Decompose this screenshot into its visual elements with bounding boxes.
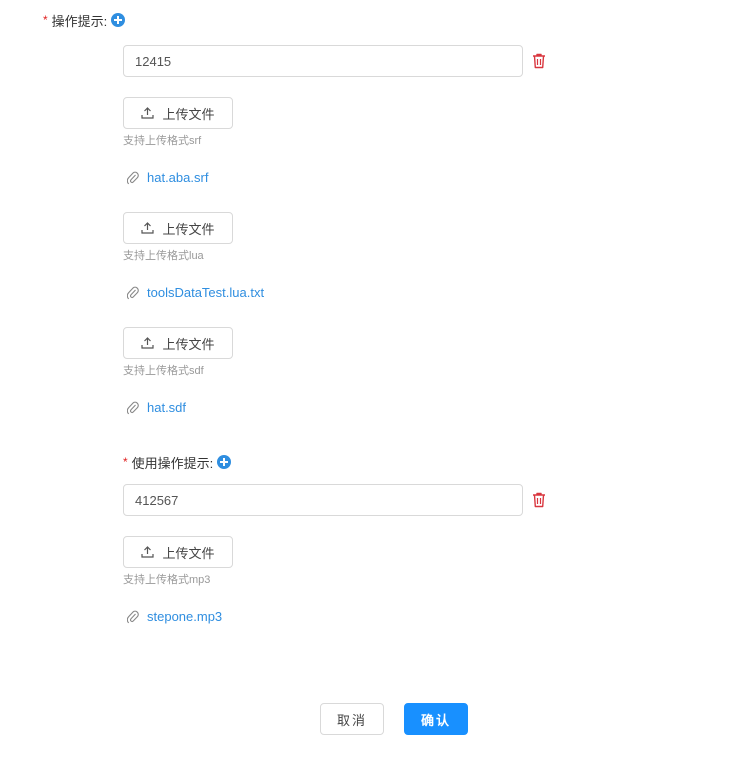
upload-icon (141, 546, 155, 558)
usage-operation-hint-label: * 使用操作提示: (123, 453, 232, 471)
upload-format-hint: 支持上传格式mp3 (123, 574, 211, 586)
paperclip-icon (127, 610, 139, 623)
confirm-button[interactable]: 确认 (404, 703, 468, 735)
upload-button-label: 上传文件 (162, 106, 215, 122)
cancel-button[interactable]: 取消 (320, 703, 384, 735)
uploaded-file-link[interactable]: hat.sdf (127, 400, 186, 415)
upload-icon (141, 107, 155, 119)
upload-format-hint: 支持上传格式sdf (123, 365, 204, 377)
usage-operation-hint-label-text: 使用操作提示: (131, 455, 214, 471)
operation-hint-input[interactable] (123, 45, 523, 77)
upload-icon (141, 222, 155, 234)
uploaded-file-link[interactable]: hat.aba.srf (127, 170, 208, 185)
plus-circle-icon[interactable] (111, 13, 126, 27)
upload-button[interactable]: 上传文件 (123, 536, 233, 568)
usage-operation-hint-input[interactable] (123, 484, 523, 516)
upload-button[interactable]: 上传文件 (123, 97, 233, 129)
file-name: hat.sdf (147, 400, 187, 415)
paperclip-icon (127, 286, 139, 299)
required-mark: * (43, 13, 48, 27)
required-mark: * (123, 455, 128, 469)
upload-button[interactable]: 上传文件 (123, 327, 233, 359)
trash-icon[interactable] (532, 53, 546, 69)
file-name: hat.aba.srf (147, 170, 209, 185)
trash-icon[interactable] (532, 492, 546, 508)
upload-icon (141, 337, 155, 349)
plus-circle-icon[interactable] (217, 455, 232, 469)
operation-hint-label: * 操作提示: (43, 11, 126, 29)
file-name: toolsDataTest.lua.txt (147, 285, 265, 300)
upload-button[interactable]: 上传文件 (123, 212, 233, 244)
uploaded-file-link[interactable]: toolsDataTest.lua.txt (127, 285, 264, 300)
upload-button-label: 上传文件 (162, 336, 215, 352)
upload-format-hint: 支持上传格式lua (123, 250, 204, 262)
file-name: stepone.mp3 (147, 609, 223, 624)
paperclip-icon (127, 401, 139, 414)
form-page: * 操作提示: 上传文件 支持上传格式srf hat.aba.srf 上传文件 … (0, 0, 747, 765)
operation-hint-label-text: 操作提示: (51, 13, 108, 29)
uploaded-file-link[interactable]: stepone.mp3 (127, 609, 222, 624)
upload-button-label: 上传文件 (162, 221, 215, 237)
paperclip-icon (127, 171, 139, 184)
upload-format-hint: 支持上传格式srf (123, 135, 202, 147)
upload-button-label: 上传文件 (162, 545, 215, 561)
